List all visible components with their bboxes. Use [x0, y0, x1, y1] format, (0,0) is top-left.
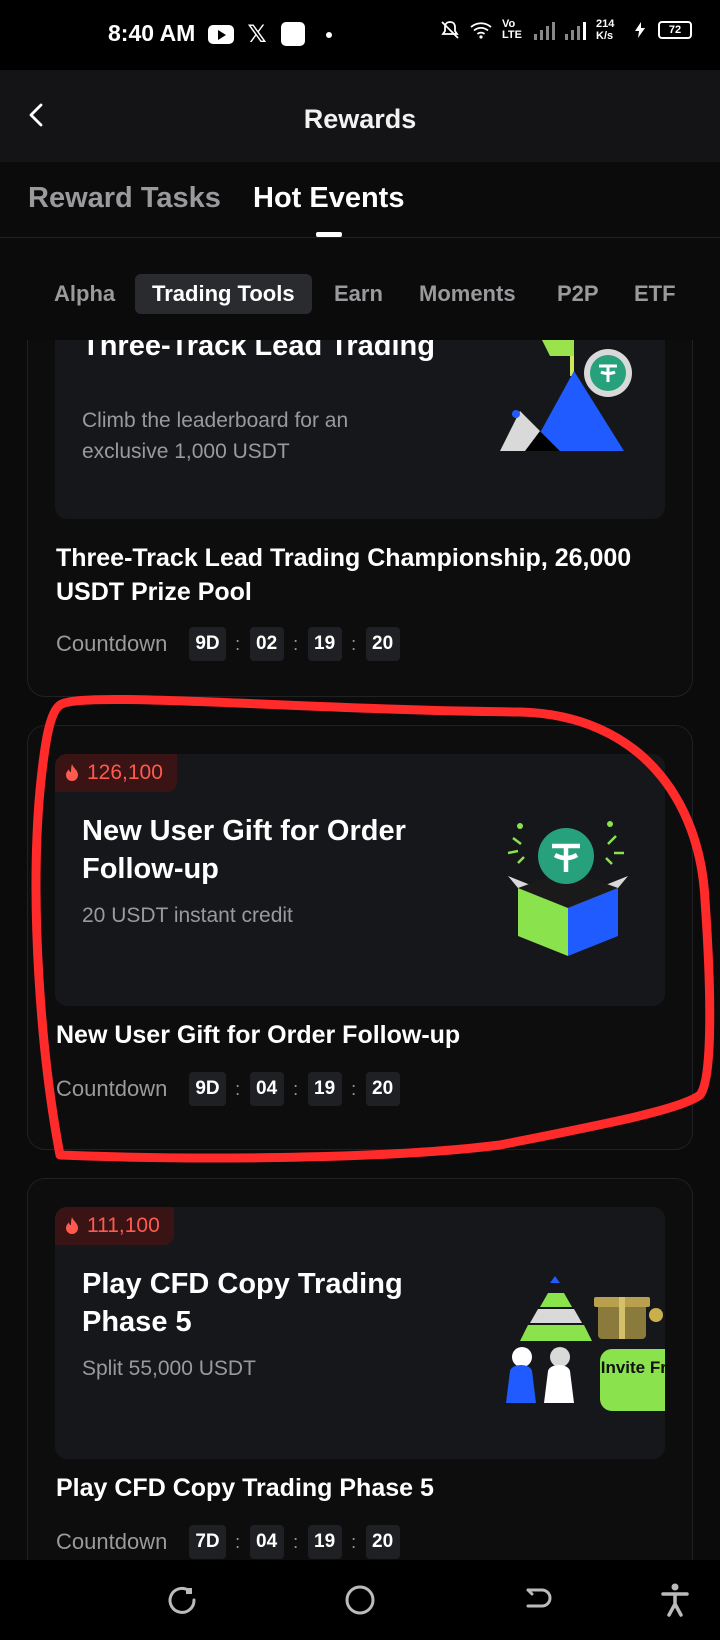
participants-count: 111,100 [87, 1214, 160, 1237]
countdown-hours: 04 [249, 1072, 284, 1106]
flame-icon [66, 764, 78, 781]
participants-badge: 126,100 [55, 754, 177, 792]
banner-title: New User Gift for Order Follow-up [82, 815, 406, 885]
event-title[interactable]: Three-Track Lead Trading Championship, 2… [56, 541, 666, 609]
subtab-etf[interactable]: ETF [617, 274, 693, 314]
status-icons: Vo LTE 214 K/s 72 [440, 18, 692, 42]
countdown: Countdown 7D : 04 : 19 : 20 [56, 1525, 400, 1559]
event-title[interactable]: Play CFD Copy Trading Phase 5 [56, 1471, 666, 1505]
subtab-moments[interactable]: Moments [402, 274, 533, 314]
countdown-hours: 02 [249, 627, 284, 661]
banner-title: Three-Track Lead Trading [82, 340, 435, 362]
participants-badge: 111,100 [55, 1207, 174, 1245]
countdown-label: Countdown [56, 1076, 168, 1101]
countdown-minutes: 19 [307, 627, 342, 661]
network-speed: 214 K/s [596, 18, 615, 42]
notification-dot-icon [326, 32, 332, 38]
home-icon[interactable] [342, 1582, 378, 1618]
status-time: 8:40 AM [108, 20, 196, 46]
countdown-minutes: 19 [307, 1072, 342, 1106]
subtab-trading-tools[interactable]: Trading Tools [135, 274, 312, 314]
countdown-days: 9D [189, 1072, 226, 1106]
event-card[interactable]: 111,100 Play CFD Copy Trading Phase 5 Sp… [27, 1178, 693, 1560]
gift-box-icon [507, 821, 628, 956]
event-banner[interactable]: 111,100 Play CFD Copy Trading Phase 5 Sp… [55, 1207, 665, 1459]
accessibility-icon[interactable] [657, 1582, 693, 1618]
banner-subtitle: 20 USDT instant credit [82, 904, 293, 927]
tab-reward-tasks[interactable]: Reward Tasks [28, 182, 221, 215]
invite-friends-badge[interactable]: Invite Friends [600, 1349, 665, 1411]
countdown-label: Countdown [56, 1529, 168, 1554]
main-tabs: Reward Tasks Hot Events [0, 162, 720, 238]
event-banner[interactable]: Three-Track Lead Trading Climb the leade… [55, 340, 665, 519]
countdown: Countdown 9D : 02 : 19 : 20 [56, 627, 400, 661]
network-type: Vo LTE [502, 18, 522, 41]
countdown-seconds: 20 [365, 1072, 400, 1106]
event-card[interactable]: 126,100 New User Gift for Order Follow-u… [27, 725, 693, 1150]
flame-icon [66, 1217, 78, 1234]
countdown-seconds: 20 [365, 1525, 400, 1559]
sub-tabs: Alpha Trading Tools Earn Moments P2P ETF [0, 238, 720, 340]
app-icon [281, 22, 305, 46]
participants-count: 126,100 [87, 761, 163, 784]
event-card[interactable]: Three-Track Lead Trading Climb the leade… [27, 340, 693, 697]
charging-icon [635, 22, 645, 38]
countdown-minutes: 19 [307, 1525, 342, 1559]
countdown-days: 9D [189, 627, 226, 661]
status-bar: 8:40 AM 𝕏 Vo LTE 214 K/s 72 [0, 0, 720, 70]
countdown-seconds: 20 [365, 627, 400, 661]
subtab-earn[interactable]: Earn [317, 274, 400, 314]
countdown: Countdown 9D : 04 : 19 : 20 [56, 1072, 400, 1106]
signal-2-icon [565, 20, 586, 40]
back-nav-icon[interactable] [520, 1582, 556, 1618]
page-title: Rewards [303, 104, 417, 134]
mute-icon [441, 21, 459, 39]
tab-indicator [316, 232, 342, 237]
event-banner[interactable]: 126,100 New User Gift for Order Follow-u… [55, 754, 665, 1006]
events-list[interactable]: Three-Track Lead Trading Climb the leade… [0, 340, 720, 1560]
battery-icon: 72 [658, 21, 692, 39]
signal-icon [534, 20, 555, 40]
system-nav-bar [0, 1560, 720, 1640]
subtab-p2p[interactable]: P2P [540, 274, 616, 314]
countdown-hours: 04 [249, 1525, 284, 1559]
youtube-icon [208, 25, 234, 44]
x-icon: 𝕏 [247, 20, 267, 48]
tab-hot-events[interactable]: Hot Events [253, 182, 404, 215]
banner-subtitle: Climb the leaderboard for an exclusive 1… [82, 409, 349, 463]
banner-title: Play CFD Copy Trading Phase 5 [82, 1268, 403, 1338]
countdown-label: Countdown [56, 631, 168, 656]
event-title[interactable]: New User Gift for Order Follow-up [56, 1018, 666, 1052]
header: Rewards [0, 70, 720, 162]
battery-level: 72 [668, 24, 682, 36]
recents-icon[interactable] [164, 1582, 200, 1618]
subtab-alpha[interactable]: Alpha [37, 274, 132, 314]
countdown-days: 7D [189, 1525, 226, 1559]
wifi-icon [470, 22, 492, 39]
mountain-flag-icon [500, 340, 632, 451]
banner-subtitle: Split 55,000 USDT [82, 1357, 256, 1380]
